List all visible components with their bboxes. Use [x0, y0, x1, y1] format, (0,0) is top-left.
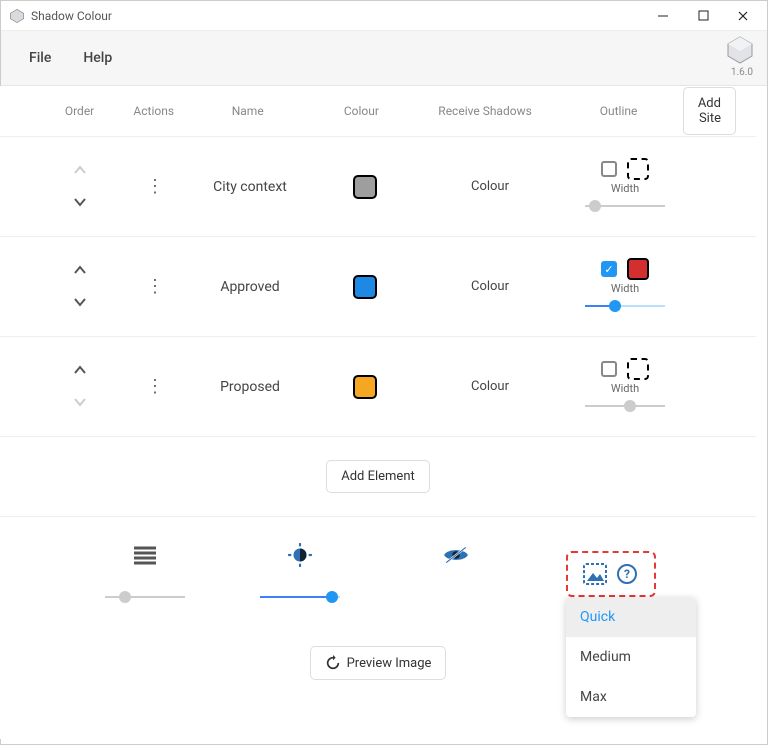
preview-image-label: Preview Image: [347, 656, 432, 671]
brightness-control: [225, 542, 375, 606]
lines-control: [70, 542, 220, 606]
move-down-button[interactable]: [73, 396, 87, 410]
header-outline: Outline: [554, 104, 683, 118]
add-element-button[interactable]: Add Element: [326, 460, 430, 493]
version-label: 1.6.0: [731, 67, 753, 78]
outline-width-slider[interactable]: [585, 197, 665, 215]
svg-text:?: ?: [624, 567, 630, 581]
outline-width-slider[interactable]: [585, 297, 665, 315]
window-close-button[interactable]: [723, 2, 763, 30]
move-up-button[interactable]: [73, 164, 87, 178]
receive-shadows-mode[interactable]: Colour: [420, 379, 560, 394]
visibility-control: [381, 542, 531, 606]
image-icon[interactable]: [582, 561, 608, 587]
outline-checkbox[interactable]: [601, 361, 617, 377]
receive-shadows-mode[interactable]: Colour: [420, 179, 560, 194]
lines-slider[interactable]: [105, 588, 185, 606]
window-minimize-button[interactable]: [643, 2, 683, 30]
preview-image-button[interactable]: Preview Image: [310, 646, 447, 680]
outline-width-label: Width: [611, 182, 639, 195]
row-name: City context: [190, 179, 310, 195]
main-content: Order Actions Name Colour Receive Shadow…: [0, 86, 756, 739]
quality-highlight: ?: [566, 551, 656, 597]
header-receive: Receive Shadows: [416, 104, 554, 118]
colour-swatch[interactable]: [353, 375, 377, 399]
bottom-tools: ? Preview Image Quick Medium Max: [0, 516, 756, 700]
window-titlebar: Shadow Colour: [1, 1, 767, 31]
eye-off-icon[interactable]: [443, 542, 469, 568]
outline-colour-swatch[interactable]: [627, 358, 649, 380]
move-down-button[interactable]: [73, 196, 87, 210]
table-body: ⋮ City context Colour Width ⋮ Approved Colour ✓…: [0, 136, 756, 436]
move-up-button[interactable]: [73, 264, 87, 278]
quality-control: ?: [536, 551, 686, 597]
header-actions: Actions: [119, 104, 188, 118]
quality-dropdown[interactable]: Quick Medium Max: [566, 597, 696, 717]
row-actions-button[interactable]: ⋮: [146, 376, 164, 397]
table-header: Order Actions Name Colour Receive Shadow…: [0, 86, 756, 136]
colour-swatch[interactable]: [353, 275, 377, 299]
row-actions-button[interactable]: ⋮: [146, 276, 164, 297]
receive-shadows-mode[interactable]: Colour: [420, 279, 560, 294]
header-colour: Colour: [307, 104, 416, 118]
menu-help[interactable]: Help: [67, 42, 128, 74]
row-name: Approved: [190, 279, 310, 295]
outline-width-label: Width: [611, 382, 639, 395]
window-title: Shadow Colour: [31, 9, 643, 23]
menu-file[interactable]: File: [13, 42, 67, 74]
row-name: Proposed: [190, 379, 310, 395]
table-row: ⋮ Proposed Colour Width: [0, 336, 756, 436]
window-maximize-button[interactable]: [683, 2, 723, 30]
outline-colour-swatch[interactable]: [627, 258, 649, 280]
add-site-button[interactable]: Add Site: [683, 87, 736, 135]
brightness-icon: [287, 542, 313, 568]
move-down-button[interactable]: [73, 296, 87, 310]
quality-option-quick[interactable]: Quick: [566, 597, 696, 637]
outline-checkbox[interactable]: ✓: [601, 261, 617, 277]
header-name: Name: [188, 104, 307, 118]
help-icon[interactable]: ?: [614, 561, 640, 587]
table-row: ⋮ Approved Colour ✓ Width: [0, 236, 756, 336]
quality-option-max[interactable]: Max: [566, 677, 696, 717]
lines-icon: [132, 542, 158, 568]
colour-swatch[interactable]: [353, 175, 377, 199]
brightness-slider[interactable]: [260, 588, 340, 606]
app-icon: [9, 8, 25, 24]
header-order: Order: [40, 104, 119, 118]
outline-colour-swatch[interactable]: [627, 158, 649, 180]
outline-width-slider[interactable]: [585, 397, 665, 415]
table-row: ⋮ City context Colour Width: [0, 136, 756, 236]
add-element-row: Add Element: [0, 436, 756, 516]
row-actions-button[interactable]: ⋮: [146, 176, 164, 197]
quality-option-medium[interactable]: Medium: [566, 637, 696, 677]
menubar: File Help 1.6.0: [1, 31, 767, 86]
outline-checkbox[interactable]: [601, 161, 617, 177]
move-up-button[interactable]: [73, 364, 87, 378]
outline-width-label: Width: [611, 282, 639, 295]
app-logo-icon: [725, 35, 755, 65]
